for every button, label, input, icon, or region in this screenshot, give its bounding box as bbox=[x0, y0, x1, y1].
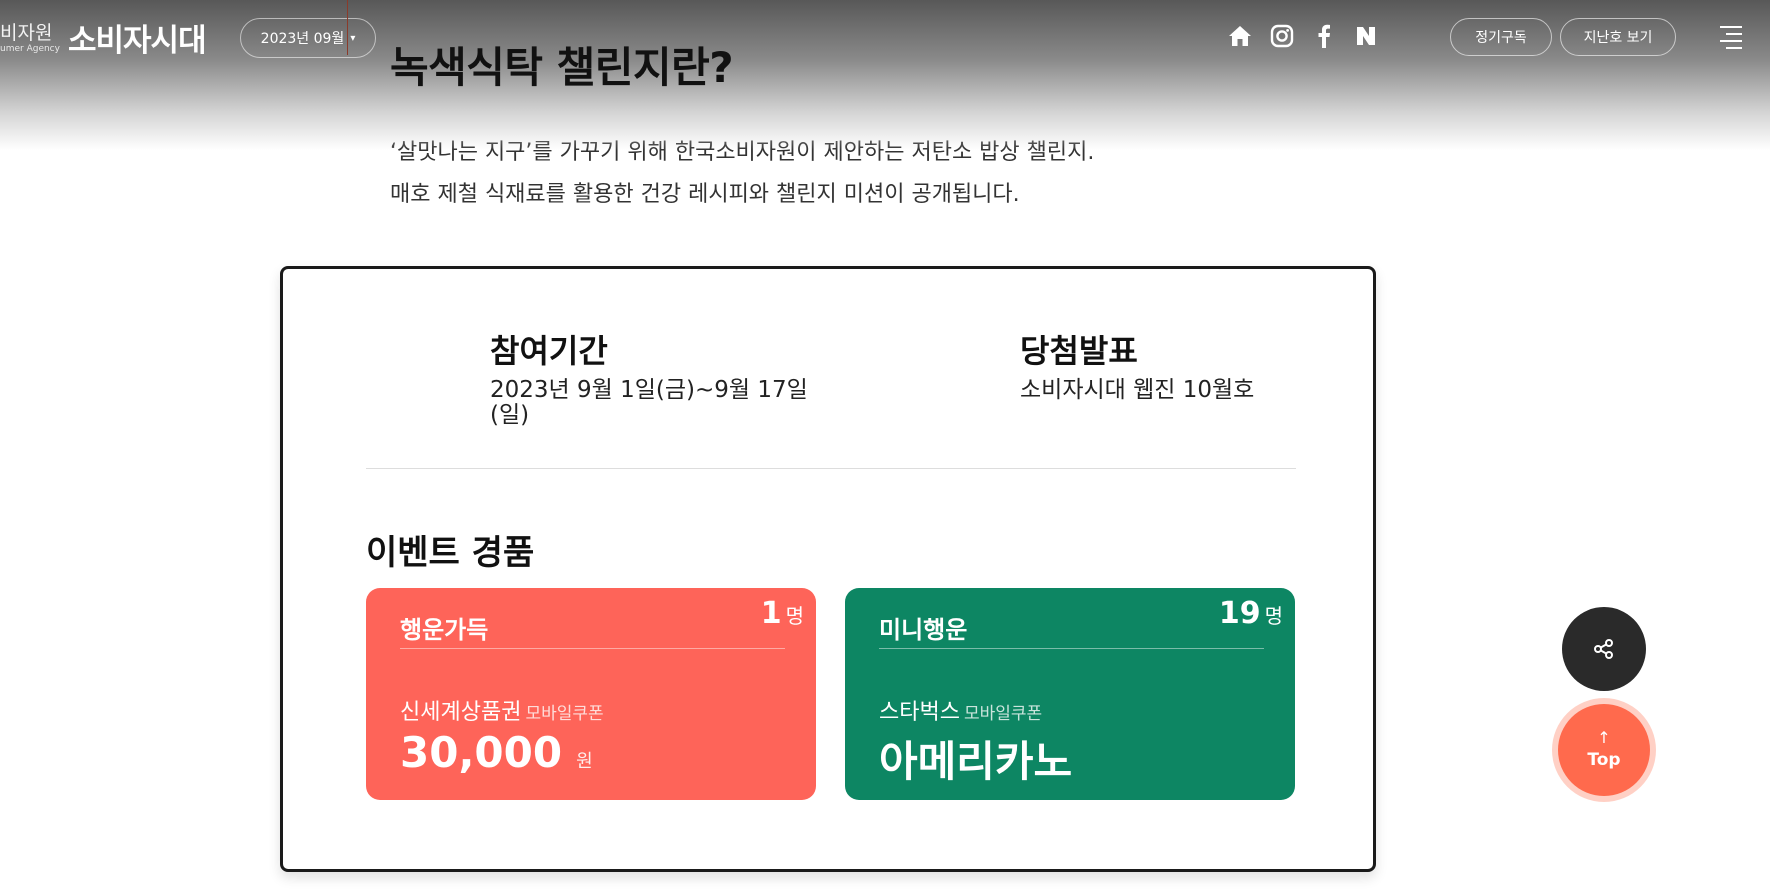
facebook-icon[interactable] bbox=[1312, 24, 1336, 48]
period-block: 참여기간 2023년 9월 1일(금)~9월 17일 (일) bbox=[490, 326, 820, 428]
instagram-icon[interactable] bbox=[1270, 24, 1294, 48]
prizes-title: 이벤트 경품 bbox=[366, 533, 535, 573]
home-icon[interactable] bbox=[1228, 24, 1252, 48]
prize-item: 신세계상품권 모바일쿠폰 bbox=[400, 700, 604, 725]
prize-value: 아메리카노 bbox=[879, 737, 1073, 786]
winner-count: 19 명 bbox=[1218, 596, 1283, 631]
announce-label: 당첨발표 bbox=[1020, 332, 1138, 370]
chevron-down-icon: ▾ bbox=[350, 32, 356, 44]
share-button[interactable] bbox=[1562, 607, 1646, 691]
scroll-top-button[interactable]: ↑ Top bbox=[1558, 704, 1650, 796]
divider-line bbox=[347, 0, 348, 55]
prize-card-1: 1명 행운가득 신세계상품권 모바일쿠폰 30,000 원 bbox=[366, 588, 816, 800]
org-name: 비자원 bbox=[0, 22, 53, 44]
prize-card-2: 19 명 미니행운 스타벅스 모바일쿠폰 아메리카노 bbox=[845, 588, 1295, 800]
top-label: Top bbox=[1587, 750, 1621, 770]
naver-icon[interactable] bbox=[1354, 24, 1378, 48]
issue-select[interactable]: 2023년 09월 ▾ bbox=[240, 18, 376, 58]
prize-tier: 행운가득 bbox=[400, 616, 489, 644]
event-card: 참여기간 2023년 9월 1일(금)~9월 17일 (일) 당첨발표 소비자시… bbox=[280, 266, 1376, 872]
prize-item: 스타벅스 모바일쿠폰 bbox=[879, 700, 1043, 725]
prize-value: 30,000 원 bbox=[400, 728, 593, 777]
site-header: 비자원 umer Agency 소비자시대 2023년 09월 ▾ 정기구독 지… bbox=[0, 0, 1770, 150]
announce-value: 소비자시대 웹진 10월호 bbox=[1020, 377, 1255, 403]
social-links bbox=[1228, 24, 1378, 48]
period-value: 2023년 9월 1일(금)~9월 17일 (일) bbox=[490, 377, 808, 428]
prize-divider bbox=[879, 648, 1264, 649]
subscribe-button[interactable]: 정기구독 bbox=[1450, 18, 1552, 56]
menu-icon[interactable] bbox=[1720, 26, 1742, 54]
prize-tier: 미니행운 bbox=[879, 616, 968, 644]
org-sub: umer Agency bbox=[0, 44, 60, 54]
period-label: 참여기간 bbox=[490, 332, 608, 370]
org-logo[interactable]: 비자원 umer Agency bbox=[0, 18, 60, 54]
intro-line: 매호 제철 식재료를 활용한 건강 레시피와 챌린지 미션이 공개됩니다. bbox=[390, 182, 1020, 207]
arrow-up-icon: ↑ bbox=[1597, 728, 1611, 747]
issue-value: 2023년 09월 bbox=[260, 31, 345, 47]
winner-count: 1명 bbox=[760, 596, 804, 631]
page-title: 녹색식탁 챌린지란? bbox=[390, 43, 734, 92]
announce-block: 당첨발표 소비자시대 웹진 10월호 bbox=[1020, 326, 1320, 403]
share-icon bbox=[1594, 639, 1613, 659]
divider bbox=[366, 468, 1296, 469]
magazine-logo[interactable]: 소비자시대 bbox=[68, 15, 207, 60]
back-issues-button[interactable]: 지난호 보기 bbox=[1560, 18, 1676, 56]
prize-divider bbox=[400, 648, 785, 649]
